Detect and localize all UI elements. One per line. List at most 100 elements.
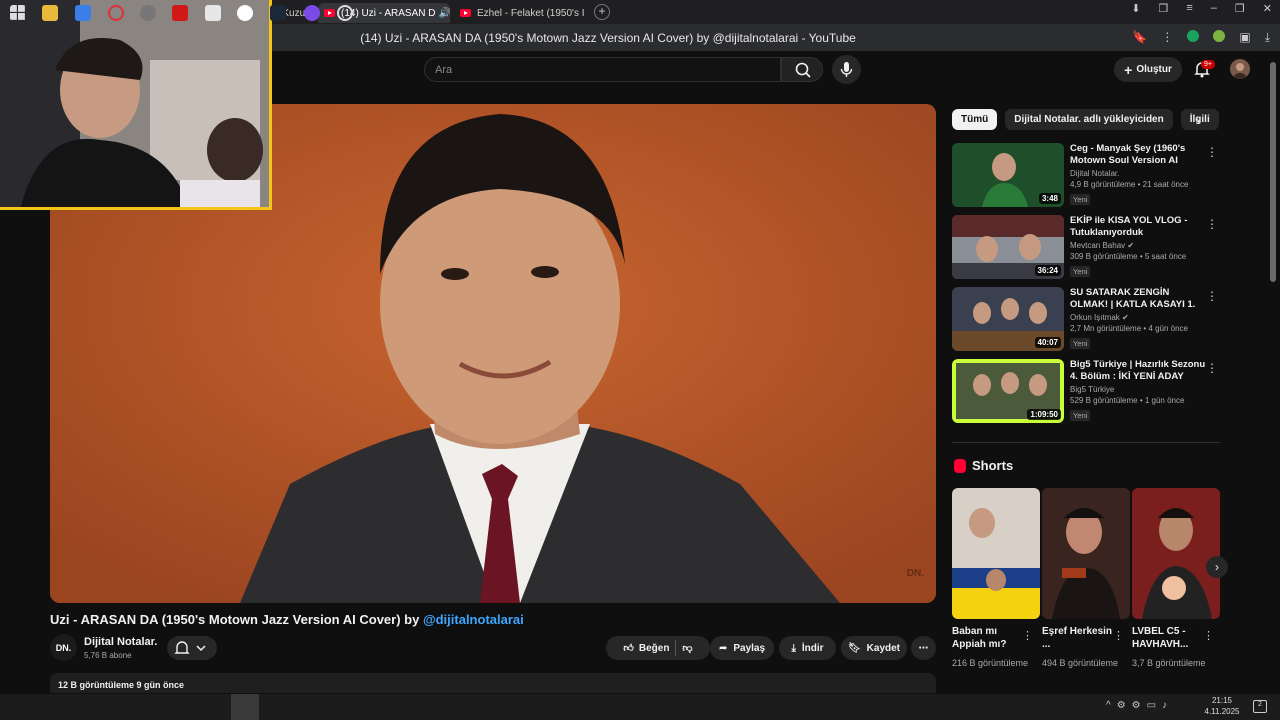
chat-app-icon[interactable] [304,5,320,21]
thumbs-up-icon: 👍︎ [623,643,634,654]
download-button[interactable]: ⤓ İndir [779,636,836,660]
steam-icon[interactable] [270,5,286,21]
video-thumbnail[interactable]: 3:48 [952,143,1064,207]
short-thumbnail[interactable] [1132,488,1220,619]
minimize-icon[interactable]: – [1211,2,1217,15]
search-button[interactable] [781,57,823,82]
chevron-right-icon[interactable]: › [1196,113,1200,128]
create-button[interactable]: + Oluştur [1114,57,1182,82]
downloads-icon[interactable]: ⤓ [1265,30,1270,45]
channel-handle-link[interactable]: @dijitalnotalarai [423,612,524,627]
account-avatar[interactable] [1230,59,1250,79]
extension-icon[interactable] [1213,30,1226,42]
close-window-icon[interactable]: ✕ [1263,2,1272,15]
share-button[interactable]: ➦ Paylaş [710,636,774,660]
copilot-icon[interactable] [75,5,91,21]
tab-ezhel[interactable]: Ezhel - Felaket (1950's I [454,3,584,23]
more-vert-icon[interactable]: ⋮ [1113,629,1124,642]
opera-icon[interactable] [108,5,124,21]
bookmark-icon[interactable]: 🔖 [1132,30,1147,45]
recommendation-item[interactable]: 3:48 Ceg - Manyak Şey (1960's Motown Sou… [952,143,1222,207]
share-label: Paylaş [733,642,766,654]
app-icon[interactable] [140,5,156,21]
webcam-feed [0,0,269,207]
menu-icon[interactable]: ≡ [1186,2,1192,15]
recommendation-channel[interactable]: Mevtcan Bahav ✔ [1070,241,1208,250]
channel-watermark: DN. [906,568,924,579]
download-label: İndir [801,642,824,654]
more-vert-icon[interactable]: ⋮ [1206,145,1218,159]
webcam-overlay [0,0,272,210]
extension-icon[interactable] [1187,30,1200,42]
short-title[interactable]: LVBEL C5 - HAVHAVH... [1132,625,1212,651]
netflix-icon[interactable] [172,5,188,21]
more-vert-icon[interactable]: ⋮ [1206,217,1218,231]
tab-switch-icon[interactable]: ❐ [1158,2,1168,15]
channel-name[interactable]: Dijital Notalar. [84,636,157,648]
recommendation-title[interactable]: EKİP ile KISA YOL VLOG - Tutuklanıyorduk [1070,215,1208,239]
filter-chips: Tümü Dijital Notalar. adlı yükleyiciden … [952,109,1219,130]
file-explorer-icon[interactable] [42,5,58,21]
bookmark-icon: 🔖︎ [847,642,861,654]
chip-from-uploader[interactable]: Dijital Notalar. adlı yükleyiciden [1005,109,1173,130]
sidebar-icon[interactable]: ▣ [1239,30,1250,45]
page-scrollbar[interactable] [1270,62,1276,282]
video-thumbnail[interactable]: 36:24 [952,215,1064,279]
maximize-icon[interactable]: ❐ [1235,2,1245,15]
description-box[interactable]: 12 B görüntüleme 9 gün önce [50,673,936,693]
short-thumbnail[interactable] [952,488,1040,619]
more-vert-icon[interactable]: ⋮ [1022,629,1033,642]
store-icon[interactable] [205,5,221,21]
like-button[interactable]: 👍︎ Beğen [623,642,670,655]
recommendation-title[interactable]: Big5 Türkiye | Hazırlık Sezonu 4. Bölüm … [1070,359,1208,383]
save-button[interactable]: 🔖︎ Kaydet [841,636,907,660]
thumbs-down-icon: 👎︎ [682,643,693,654]
download-icon[interactable]: ⬇ [1131,2,1140,15]
clock-time: 21:15 [1211,696,1233,705]
recommendation-title[interactable]: Ceg - Manyak Şey (1960's Motown Soul Ver… [1070,143,1208,167]
video-duration: 40:07 [1034,337,1061,348]
recommendation-info: Big5 Türkiye | Hazırlık Sezonu 4. Bölüm … [1070,359,1208,423]
short-title[interactable]: Eşref Herkesin ... [1042,625,1122,651]
recommendation-info: Ceg - Manyak Şey (1960's Motown Soul Ver… [1070,143,1208,207]
shorts-logo-icon [954,458,966,473]
yandex-browser-icon[interactable] [237,5,253,21]
recommendation-channel[interactable]: Dijital Notalar. [1070,169,1208,178]
window-controls: ⬇ ❐ ≡ – ❐ ✕ [1131,2,1272,15]
channel-avatar[interactable]: DN. [50,634,77,661]
more-icon[interactable]: ⋮ [1161,30,1173,45]
notification-center-icon[interactable]: 2 [1253,700,1267,713]
search-input[interactable]: Ara [424,57,781,82]
new-tab-button[interactable]: + [594,4,610,20]
channel-label: Orkun Işıtmak [1070,313,1120,322]
system-tray-icons[interactable]: ^⚙⚙▭♪ [1106,700,1173,711]
obs-icon[interactable] [337,5,353,21]
dislike-button[interactable]: 👎︎ [682,642,692,654]
screen: u Kuzu (1 (14) Uzi - ARASAN D 🔊 ✕ Ezhel … [0,0,1280,720]
new-badge: Yeni [1070,194,1091,205]
recommendation-item[interactable]: 36:24 EKİP ile KISA YOL VLOG - Tutuklanı… [952,215,1222,279]
recommendation-channel[interactable]: Orkun Işıtmak ✔ [1070,313,1208,322]
recommendation-channel[interactable]: Big5 Türkiye [1070,385,1208,394]
more-vert-icon[interactable]: ⋮ [1206,289,1218,303]
voice-search-button[interactable] [832,55,861,84]
chip-all[interactable]: Tümü [952,109,998,130]
short-thumbnail[interactable] [1042,488,1130,619]
youtube-icon [460,9,471,17]
new-badge: Yeni [1070,338,1091,349]
system-clock[interactable]: 21:15 4.11.2025 [1202,695,1242,717]
video-thumbnail[interactable]: 1:09:50 [952,359,1064,423]
recommendation-title[interactable]: SU SATARAK ZENGİN OLMAK! | KATLA KASAYI … [1070,287,1208,311]
download-icon: ⤓ [791,642,796,654]
more-actions-button[interactable]: ⋯ [911,636,936,660]
subscription-bell-button[interactable] [167,636,217,660]
chevron-right-icon[interactable]: › [1206,556,1228,578]
like-label: Beğen [638,642,670,654]
recommendation-item[interactable]: 40:07 SU SATARAK ZENGİN OLMAK! | KATLA K… [952,287,1222,351]
video-thumbnail[interactable]: 40:07 [952,287,1064,351]
more-vert-icon[interactable]: ⋮ [1206,361,1218,375]
windows-start-icon[interactable] [10,5,26,21]
recommendation-item[interactable]: 1:09:50 Big5 Türkiye | Hazırlık Sezonu 4… [952,359,1222,423]
short-title[interactable]: Baban mı Appiah mı? [952,625,1032,651]
more-vert-icon[interactable]: ⋮ [1203,629,1214,642]
